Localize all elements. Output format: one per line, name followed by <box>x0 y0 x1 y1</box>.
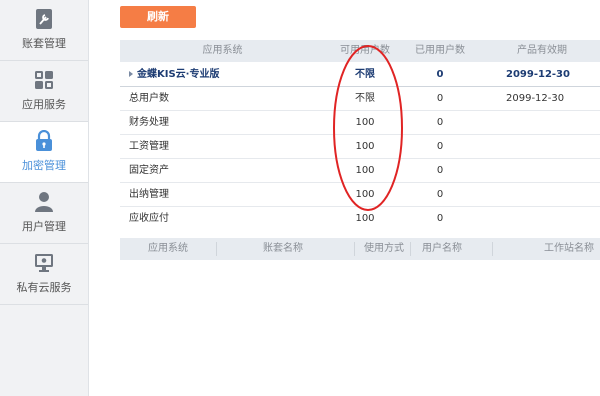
app-system: 财务处理 <box>129 117 169 128</box>
expiry-date: 2099-12-30 <box>506 93 565 104</box>
column-divider <box>410 242 411 256</box>
sidebar-item-private-cloud-services[interactable]: 私有云服务 <box>0 244 88 305</box>
used-users: 0 <box>436 93 444 104</box>
used-users: 0 <box>436 189 444 200</box>
sidebar: 账套管理 应用服务 加密管理 用户管理 私有云服务 <box>0 0 89 396</box>
sidebar-item-label: 账套管理 <box>22 37 66 50</box>
used-users: 0 <box>436 213 444 224</box>
sidebar-item-label: 用户管理 <box>22 220 66 233</box>
monitor-icon <box>35 254 53 272</box>
column-header: 账套名称 <box>263 243 303 254</box>
used-users: 0 <box>436 165 444 176</box>
app-system: 固定资产 <box>129 165 169 176</box>
app-system: 工资管理 <box>129 141 169 152</box>
app-system: 出纳管理 <box>129 189 169 200</box>
column-divider <box>492 242 493 256</box>
column-header: 应用系统 <box>202 45 243 56</box>
column-header: 使用方式 <box>364 243 404 254</box>
column-divider <box>354 242 355 256</box>
group-name: 金蝶KIS云·专业版 <box>129 63 279 86</box>
used-users: 0 <box>436 117 444 128</box>
caret-right-icon <box>129 71 133 77</box>
column-header: 产品有效期 <box>517 45 567 56</box>
lock-icon <box>36 130 52 151</box>
column-header: 工作站名称 <box>544 243 594 254</box>
app-system: 总用户数 <box>129 93 169 104</box>
used-users: 0 <box>436 141 444 152</box>
column-header: 应用系统 <box>148 243 188 254</box>
column-divider <box>216 242 217 256</box>
sidebar-item-label: 应用服务 <box>22 98 66 111</box>
wrench-doc-icon <box>36 9 52 29</box>
sidebar-item-user-management[interactable]: 用户管理 <box>0 183 88 244</box>
expiry-date: 2099-12-30 <box>506 69 570 80</box>
sidebar-item-label: 加密管理 <box>22 159 66 172</box>
column-header: 已用用户数 <box>415 45 465 56</box>
sidebar-item-account-management[interactable]: 账套管理 <box>0 0 88 61</box>
column-header: 用户名称 <box>422 243 462 254</box>
red-circle-annotation <box>333 45 403 211</box>
refresh-button[interactable]: 刷新 <box>120 6 196 28</box>
apps-grid-icon <box>35 71 53 89</box>
sidebar-item-label: 私有云服务 <box>16 281 72 294</box>
sidebar-item-application-services[interactable]: 应用服务 <box>0 61 88 122</box>
usage-table-header: 应用系统 账套名称 使用方式 用户名称 工作站名称 <box>120 238 600 260</box>
sidebar-item-encryption-management[interactable]: 加密管理 <box>0 122 88 183</box>
app-system: 应收应付 <box>129 213 169 224</box>
user-icon <box>35 192 53 212</box>
used-users: 0 <box>436 69 444 80</box>
